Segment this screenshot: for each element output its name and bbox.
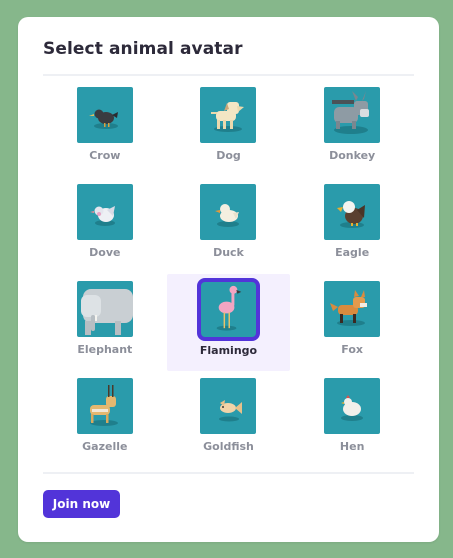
avatar-label: Hen xyxy=(339,440,365,453)
avatar-option-donkey[interactable]: Donkey xyxy=(290,80,414,177)
crow-icon xyxy=(76,87,133,143)
dialog-title: Select animal avatar xyxy=(43,39,243,59)
avatar-grid: Crow Dog Donkey Dove Duck Eagle Elephant… xyxy=(43,80,414,466)
goldfish-icon xyxy=(200,378,257,434)
avatar-option-goldfish[interactable]: Goldfish xyxy=(167,371,291,468)
dog-icon xyxy=(200,87,257,143)
avatar-option-fox[interactable]: Fox xyxy=(290,274,414,371)
donkey-icon xyxy=(324,87,381,143)
avatar-dialog: Select animal avatar Crow Dog Donkey Dov… xyxy=(18,17,439,542)
header-divider xyxy=(43,74,414,76)
dove-icon xyxy=(76,184,133,240)
avatar-option-gazelle[interactable]: Gazelle xyxy=(43,371,167,468)
avatar-option-dog[interactable]: Dog xyxy=(167,80,291,177)
avatar-label: Eagle xyxy=(335,246,370,259)
avatar-label: Goldfish xyxy=(203,440,254,453)
avatar-option-dove[interactable]: Dove xyxy=(43,177,167,274)
avatar-label: Duck xyxy=(213,246,244,259)
avatar-option-eagle[interactable]: Eagle xyxy=(290,177,414,274)
footer-divider xyxy=(43,472,414,474)
avatar-label: Dove xyxy=(89,246,121,259)
avatar-label: Donkey xyxy=(329,149,376,162)
avatar-label: Flamingo xyxy=(199,344,258,357)
avatar-option-elephant[interactable]: Elephant xyxy=(43,274,167,371)
avatar-option-hen[interactable]: Hen xyxy=(290,371,414,468)
flamingo-icon xyxy=(196,278,260,341)
avatar-label: Fox xyxy=(341,343,364,356)
duck-icon xyxy=(200,184,257,240)
avatar-label: Elephant xyxy=(77,343,133,356)
eagle-icon xyxy=(324,184,381,240)
avatar-label: Dog xyxy=(216,149,241,162)
avatar-option-crow[interactable]: Crow xyxy=(43,80,167,177)
join-now-button[interactable]: Join now xyxy=(43,490,120,518)
avatar-label: Crow xyxy=(89,149,121,162)
hen-icon xyxy=(324,378,381,434)
fox-icon xyxy=(324,281,381,337)
gazelle-icon xyxy=(76,378,133,434)
avatar-option-flamingo[interactable]: Flamingo xyxy=(166,274,291,371)
elephant-icon xyxy=(76,281,133,337)
avatar-option-duck[interactable]: Duck xyxy=(167,177,291,274)
avatar-label: Gazelle xyxy=(82,440,128,453)
